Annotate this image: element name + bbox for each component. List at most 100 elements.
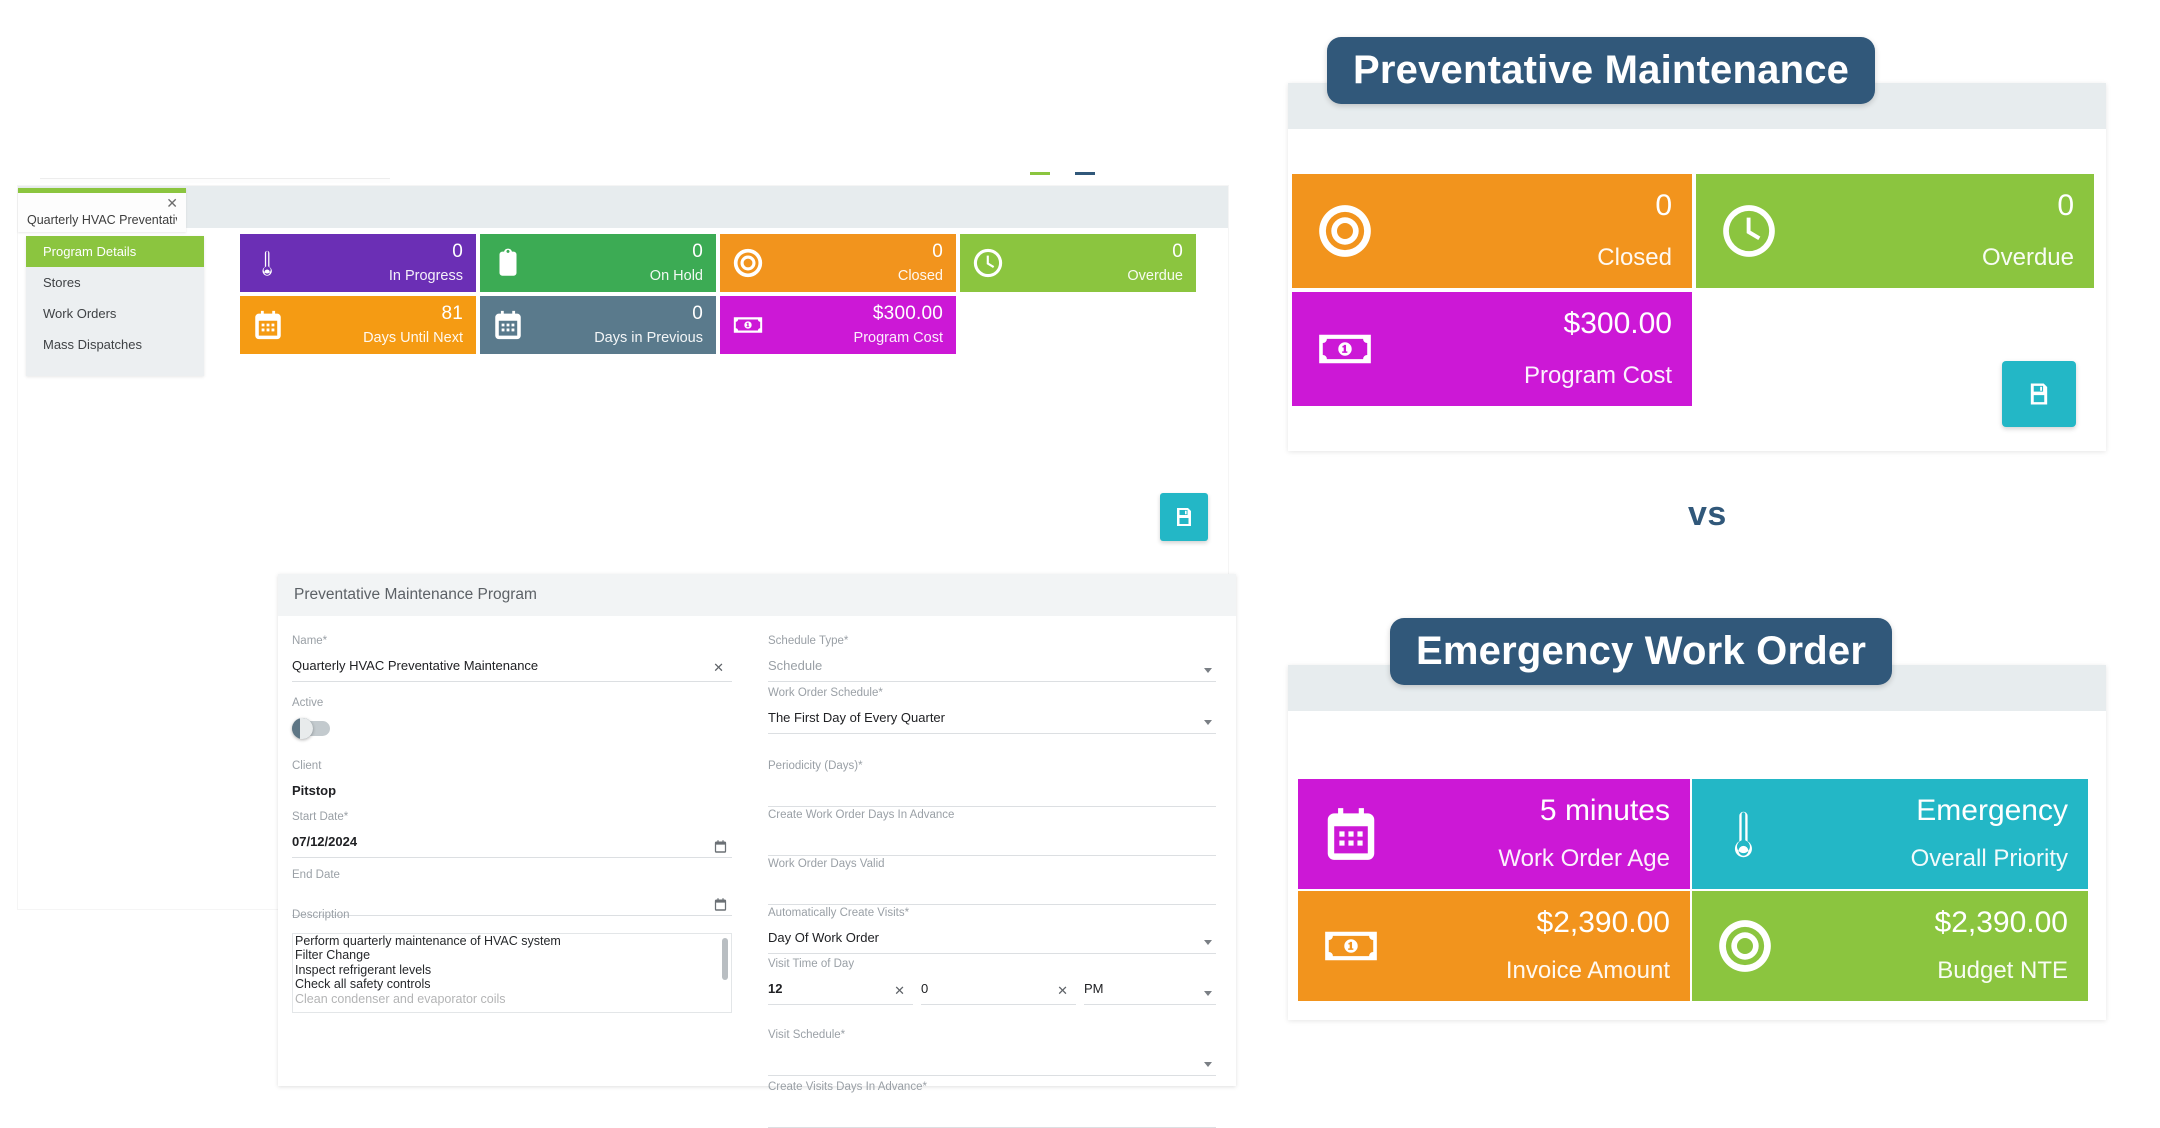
- big-kpi-invoice-amount[interactable]: $2,390.00 Invoice Amount: [1298, 891, 1690, 1001]
- field-label: Schedule Type*: [768, 635, 849, 647]
- visit-meridiem-group: PM: [1084, 982, 1216, 1005]
- periodicity-input[interactable]: [768, 784, 1216, 807]
- record-tab[interactable]: ✕ Quarterly HVAC Preventativ...: [18, 188, 186, 232]
- big-kpi-closed[interactable]: 0 Closed: [1292, 174, 1692, 288]
- start-date-input[interactable]: 07/12/2024: [292, 835, 732, 858]
- field-label: Visit Schedule*: [768, 1029, 846, 1041]
- big-kpi-value: $2,390.00: [1934, 906, 2068, 939]
- close-icon[interactable]: ✕: [166, 196, 178, 210]
- kpi-label: On Hold: [649, 267, 703, 284]
- big-kpi-value: 0: [1655, 189, 1672, 222]
- field-label: Description: [292, 909, 350, 921]
- kpi-value: 0: [932, 241, 943, 262]
- sidebar-item-label: Work Orders: [43, 306, 117, 321]
- emergency-badge: Emergency Work Order: [1390, 618, 1893, 685]
- kpi-tile-on-hold[interactable]: 0 On Hold: [480, 234, 716, 292]
- kpi-value: 0: [692, 303, 703, 324]
- big-kpi-work-order-age[interactable]: 5 minutes Work Order Age: [1298, 779, 1690, 889]
- calendar-icon: [1320, 803, 1382, 865]
- sidebar-item-program-details[interactable]: Program Details: [26, 236, 204, 267]
- chevron-down-icon[interactable]: [1204, 939, 1212, 945]
- big-kpi-program-cost[interactable]: $300.00 Program Cost: [1292, 292, 1692, 406]
- big-kpi-overall-priority[interactable]: Emergency Overall Priority: [1692, 779, 2088, 889]
- preventative-panel: 0 Closed 0 Overdue $300.00 Program Cost: [1288, 83, 2106, 451]
- save-button[interactable]: [1160, 493, 1208, 541]
- big-kpi-value: 0: [2057, 189, 2074, 222]
- field-label: Active: [292, 697, 324, 709]
- save-button-zoomed[interactable]: [2002, 361, 2076, 427]
- field-automatically-create-visits: Automatically Create Visits* Day Of Work…: [768, 907, 1216, 954]
- visit-hour-input[interactable]: 12: [768, 982, 913, 1005]
- field-end-date: End Date: [292, 869, 732, 916]
- schedule-type-select[interactable]: Schedule: [768, 659, 1216, 682]
- clear-icon[interactable]: ✕: [894, 984, 905, 997]
- money-icon: [1320, 915, 1382, 977]
- target-icon: [731, 246, 765, 280]
- description-line: Check all safety controls: [295, 977, 431, 991]
- field-label: Automatically Create Visits*: [768, 907, 910, 919]
- clear-icon[interactable]: ✕: [1057, 984, 1068, 997]
- description-line: Filter Change: [295, 948, 371, 962]
- target-icon: [1314, 200, 1376, 262]
- big-kpi-value: Emergency: [1916, 794, 2068, 827]
- auto-create-visits-select[interactable]: Day Of Work Order: [768, 931, 1216, 954]
- field-label: Visit Time of Day: [768, 958, 855, 970]
- sidebar-item-label: Stores: [43, 275, 81, 290]
- sidebar-item-work-orders[interactable]: Work Orders: [26, 298, 204, 329]
- work-order-schedule-select[interactable]: The First Day of Every Quarter: [768, 711, 1216, 734]
- kpi-tile-overdue[interactable]: 0 Overdue: [960, 234, 1196, 292]
- kpi-label: Days Until Next: [363, 329, 463, 346]
- kpi-label: Program Cost: [853, 329, 943, 346]
- field-label: Create Work Order Days In Advance: [768, 809, 955, 821]
- visit-meridiem-select[interactable]: PM: [1084, 982, 1216, 1005]
- chevron-down-icon[interactable]: [1204, 667, 1212, 673]
- clear-icon[interactable]: ✕: [713, 661, 724, 674]
- program-form-card: Preventative Maintenance Program Name* Q…: [278, 574, 1236, 1128]
- big-kpi-value: $300.00: [1563, 307, 1672, 340]
- visit-minute-group: 0 ✕: [921, 982, 1076, 1005]
- visit-time-row: 12 ✕ 0 ✕ PM: [768, 982, 1216, 1005]
- field-create-visits-days-in-advance: Create Visits Days In Advance*: [768, 1081, 1216, 1128]
- big-kpi-value: $2,390.00: [1536, 906, 1670, 939]
- active-toggle[interactable]: [292, 717, 330, 739]
- visit-schedule-select[interactable]: [768, 1053, 1216, 1076]
- textarea-scrollbar[interactable]: [722, 937, 728, 980]
- visit-minute-input[interactable]: 0: [921, 982, 1076, 1005]
- sidebar-item-mass-dispatches[interactable]: Mass Dispatches: [26, 329, 204, 360]
- sidebar-item-stores[interactable]: Stores: [26, 267, 204, 298]
- kpi-tile-days-in-previous[interactable]: 0 Days in Previous: [480, 296, 716, 354]
- big-kpi-label: Overdue: [1981, 244, 2074, 271]
- big-kpi-value: 5 minutes: [1539, 794, 1670, 827]
- field-label: Periodicity (Days)*: [768, 760, 863, 772]
- create-wo-days-advance-input[interactable]: [768, 833, 1216, 856]
- kpi-value: 0: [452, 241, 463, 262]
- field-create-work-order-days-in-advance: Create Work Order Days In Advance: [768, 809, 1216, 856]
- calendar-icon[interactable]: [713, 839, 728, 854]
- field-label: Create Visits Days In Advance*: [768, 1081, 927, 1093]
- description-line: Perform quarterly maintenance of HVAC sy…: [295, 933, 561, 948]
- chevron-down-icon[interactable]: [1204, 719, 1212, 725]
- big-kpi-label: Overall Priority: [1910, 845, 2068, 872]
- description-textarea[interactable]: Perform quarterly maintenance of HVAC sy…: [292, 932, 732, 1013]
- big-kpi-budget-nte[interactable]: $2,390.00 Budget NTE: [1692, 891, 2088, 1001]
- calendar-icon: [251, 308, 285, 342]
- sidebar-item-label: Mass Dispatches: [43, 337, 142, 352]
- create-visits-days-advance-input[interactable]: [768, 1105, 1216, 1128]
- vs-label: vs: [1688, 495, 1727, 533]
- description-line: Clean condenser and evaporator coils: [295, 991, 506, 1006]
- wo-days-valid-input[interactable]: [768, 882, 1216, 905]
- kpi-tile-closed[interactable]: 0 Closed: [720, 234, 956, 292]
- big-kpi-label: Invoice Amount: [1505, 957, 1670, 984]
- thermometer-icon: [251, 246, 285, 280]
- chevron-down-icon[interactable]: [1204, 990, 1212, 996]
- kpi-tile-in-progress[interactable]: 0 In Progress: [240, 234, 476, 292]
- clock-icon: [1718, 200, 1780, 262]
- big-kpi-overdue[interactable]: 0 Overdue: [1696, 174, 2094, 288]
- kpi-tile-days-until-next[interactable]: 81 Days Until Next: [240, 296, 476, 354]
- kpi-tile-program-cost[interactable]: $300.00 Program Cost: [720, 296, 956, 354]
- description-line: Inspect refrigerant levels: [295, 962, 432, 977]
- kpi-tile-grid: 0 In Progress 0 On Hold 0 Closed 0 Overd…: [240, 234, 1196, 356]
- chevron-down-icon[interactable]: [1204, 1061, 1212, 1067]
- client-value: Pitstop: [292, 783, 337, 798]
- name-input[interactable]: Quarterly HVAC Preventative Maintenance: [292, 659, 732, 682]
